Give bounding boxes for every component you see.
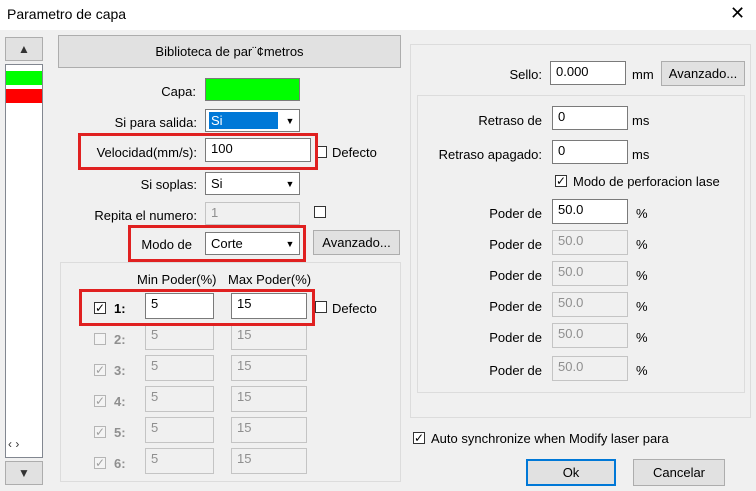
repeat-input[interactable]: 1 [205, 202, 300, 225]
highlight-speed [78, 133, 318, 170]
mode-advanced-button[interactable]: Avanzado... [313, 230, 400, 255]
laser-power-input[interactable]: 50.0 [552, 323, 628, 348]
chevron-down-icon[interactable]: ▼ [281, 173, 299, 194]
laser-power-unit: % [636, 299, 648, 314]
delay-label: Retraso de [478, 113, 542, 128]
highlight-power-row-1 [79, 289, 315, 326]
delay-input[interactable]: 0 [552, 106, 628, 130]
laser-power-input[interactable]: 50.0 [552, 356, 628, 381]
seal-input[interactable]: 0.000 [550, 61, 626, 85]
triangle-up-icon: ▲ [18, 42, 30, 56]
power-row-label: 5: [114, 425, 126, 440]
laser-power-label: Poder de [489, 299, 542, 314]
delay-unit: ms [632, 113, 650, 128]
scroll-down-button[interactable]: ▼ [5, 461, 43, 485]
air-assist-select[interactable]: Si ▼ [205, 172, 300, 195]
cancel-button[interactable]: Cancelar [633, 459, 725, 486]
laser-power-unit: % [636, 237, 648, 252]
power-row-label: 6: [114, 456, 126, 471]
repeat-label: Repita el numero: [94, 208, 197, 223]
off-delay-input[interactable]: 0 [552, 140, 628, 164]
triangle-down-icon: ▼ [18, 466, 30, 480]
speed-default-label: Defecto [332, 145, 377, 160]
layer-list[interactable]: ‹ › [5, 64, 43, 458]
highlight-mode [128, 225, 306, 262]
air-assist-label: Si soplas: [140, 177, 197, 192]
power-row-label: 4: [114, 394, 126, 409]
power-row-checkbox[interactable]: ✓ [94, 457, 106, 469]
laser-power-label: Poder de [489, 330, 542, 345]
max-power-input[interactable]: 15 [231, 448, 307, 474]
max-power-input[interactable]: 15 [231, 324, 307, 350]
auto-sync-label: Auto synchronize when Modify laser para [431, 431, 669, 446]
power-default-label: Defecto [332, 301, 377, 316]
laser-power-unit: % [636, 206, 648, 221]
laser-power-input[interactable]: 50.0 [552, 261, 628, 286]
output-label: Si para salida: [114, 115, 197, 130]
laser-power-label: Poder de [489, 206, 542, 221]
laser-power-input[interactable]: 50.0 [552, 292, 628, 317]
laser-power-input[interactable]: 50.0 [552, 230, 628, 255]
laser-power-unit: % [636, 330, 648, 345]
min-power-input[interactable]: 5 [145, 448, 214, 474]
window-title: Parametro de capa [7, 6, 127, 22]
power-row-checkbox[interactable] [94, 333, 106, 345]
library-button[interactable]: Biblioteca de par¨¢metros [58, 35, 401, 68]
ok-button[interactable]: Ok [526, 459, 616, 486]
laser-power-input[interactable]: 50.0 [552, 199, 628, 224]
power-row-checkbox[interactable]: ✓ [94, 395, 106, 407]
off-delay-label: Retraso apagado: [438, 147, 542, 162]
max-power-header: Max Poder(%) [228, 272, 312, 287]
laser-power-unit: % [636, 268, 648, 283]
output-select[interactable]: Si ▼ [205, 109, 300, 132]
max-power-input[interactable]: 15 [231, 417, 307, 443]
pierce-mode-checkbox[interactable]: ✓ [555, 175, 567, 187]
laser-power-label: Poder de [489, 268, 542, 283]
close-icon[interactable]: ✕ [730, 3, 745, 24]
min-power-input[interactable]: 5 [145, 324, 214, 350]
scroll-up-button[interactable]: ▲ [5, 37, 43, 61]
layer-item-red[interactable] [6, 89, 42, 103]
chevron-down-icon[interactable]: ▼ [281, 110, 299, 131]
max-power-input[interactable]: 15 [231, 386, 307, 412]
laser-power-label: Poder de [489, 363, 542, 378]
output-select-value: Si [209, 112, 278, 129]
laser-power-unit: % [636, 363, 648, 378]
power-row-label: 2: [114, 332, 126, 347]
power-row-checkbox[interactable]: ✓ [94, 426, 106, 438]
max-power-input[interactable]: 15 [231, 355, 307, 381]
min-power-input[interactable]: 5 [145, 417, 214, 443]
min-power-input[interactable]: 5 [145, 355, 214, 381]
power-default-checkbox[interactable] [315, 301, 327, 313]
pierce-mode-label: Modo de perforacion lase [573, 174, 720, 189]
capa-label: Capa: [161, 84, 196, 99]
power-row-label: 3: [114, 363, 126, 378]
min-power-input[interactable]: 5 [145, 386, 214, 412]
seal-unit: mm [632, 67, 654, 82]
horizontal-scroll-arrows-icon[interactable]: ‹ › [8, 437, 19, 451]
min-power-header: Min Poder(%) [137, 272, 217, 287]
seal-label: Sello: [509, 67, 542, 82]
repeat-checkbox[interactable] [314, 206, 326, 218]
seal-advanced-button[interactable]: Avanzado... [661, 61, 745, 86]
power-row-checkbox[interactable]: ✓ [94, 364, 106, 376]
off-delay-unit: ms [632, 147, 650, 162]
air-assist-select-value: Si [211, 176, 223, 191]
auto-sync-checkbox[interactable]: ✓ [413, 432, 425, 444]
laser-power-label: Poder de [489, 237, 542, 252]
layer-item-green[interactable] [6, 71, 42, 85]
layer-color-swatch[interactable] [205, 78, 300, 101]
